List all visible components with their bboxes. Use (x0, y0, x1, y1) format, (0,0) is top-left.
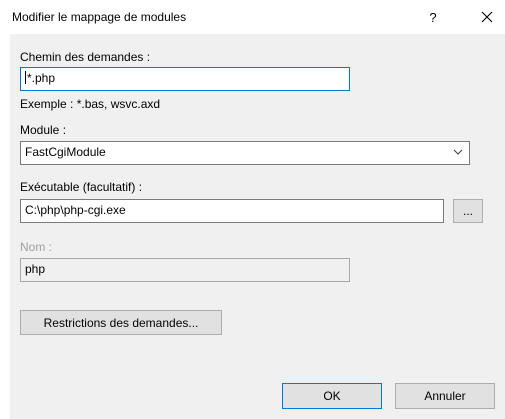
dialog-title: Modifier le mappage de modules (12, 10, 187, 24)
name-value: php (25, 262, 46, 276)
request-path-label: Chemin des demandes : (20, 50, 151, 64)
executable-value: C:\php\php-cgi.exe (25, 203, 126, 217)
executable-input[interactable]: C:\php\php-cgi.exe (20, 199, 444, 223)
ok-button[interactable]: OK (282, 383, 382, 409)
name-label: Nom : (20, 240, 53, 254)
close-button[interactable] (472, 4, 502, 30)
browse-button-label: ... (462, 204, 473, 218)
cancel-button-label: Annuler (424, 389, 466, 403)
request-path-input[interactable]: *.php (20, 67, 350, 91)
close-icon (481, 11, 493, 23)
text-caret (25, 71, 26, 84)
request-restrictions-label: Restrictions des demandes... (43, 315, 199, 330)
request-restrictions-button[interactable]: Restrictions des demandes... (20, 310, 222, 335)
name-input: php (20, 258, 350, 282)
help-button[interactable]: ? (418, 4, 448, 30)
title-bar: Modifier le mappage de modules ? (0, 0, 505, 34)
cancel-button[interactable]: Annuler (395, 383, 495, 409)
browse-button[interactable]: ... (453, 199, 483, 223)
help-icon: ? (429, 9, 437, 25)
module-label: Module : (20, 123, 67, 137)
dialog-body: Chemin des demandes : *.php Exemple : *.… (10, 34, 505, 419)
request-path-value: *.php (27, 71, 56, 85)
module-selected-value: FastCgiModule (25, 145, 106, 159)
request-path-example: Exemple : *.bas, wsvc.axd (20, 97, 161, 111)
executable-label: Exécutable (facultatif) : (20, 180, 143, 194)
module-select[interactable]: FastCgiModule (20, 141, 470, 165)
chevron-down-icon (453, 149, 463, 155)
ok-button-label: OK (323, 389, 341, 403)
